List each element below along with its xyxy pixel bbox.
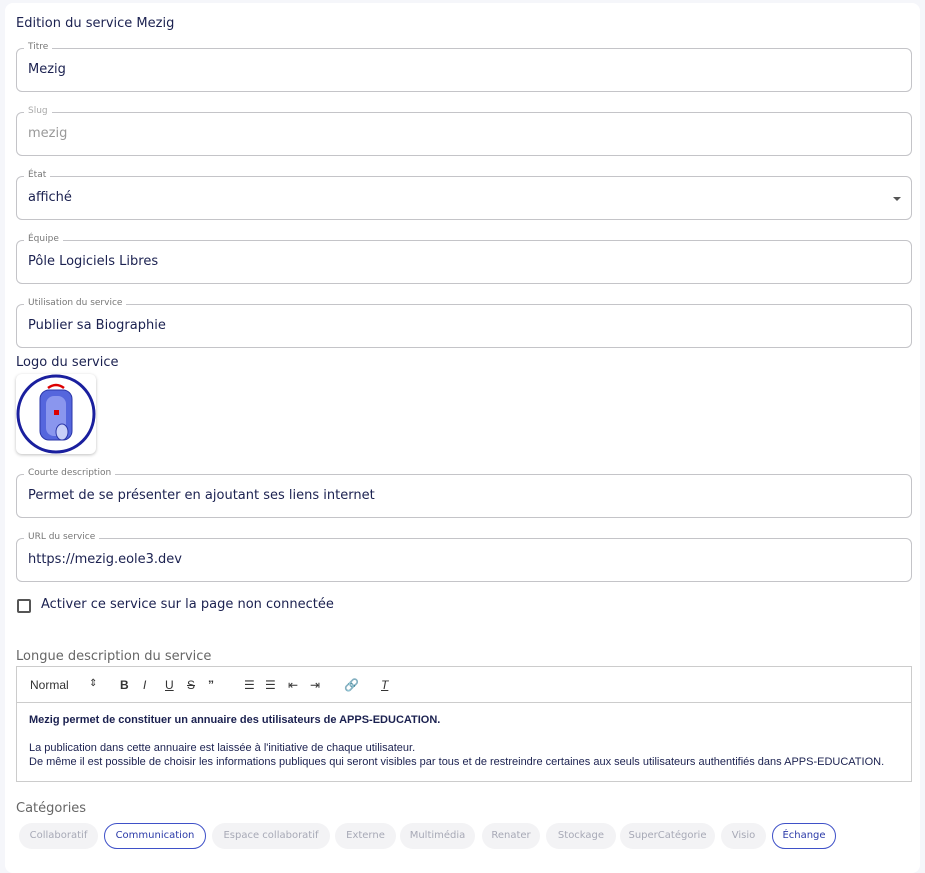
titre-value: Mezig: [28, 62, 66, 77]
ordered-list-icon[interactable]: ☰: [244, 678, 255, 692]
bullet-list-icon[interactable]: ☰: [265, 678, 276, 692]
format-select-arrows-icon[interactable]: ⇕: [89, 678, 97, 689]
slug-value: mezig: [28, 126, 68, 141]
editor-line: Mezig permet de constituer un annuaire d…: [29, 714, 441, 726]
url-label: URL du service: [24, 532, 100, 542]
link-icon[interactable]: 🔗: [344, 678, 359, 692]
category-chip[interactable]: Espace collaboratif: [212, 823, 330, 849]
category-chip[interactable]: Communication: [104, 823, 206, 849]
short-description-value: Permet de se présenter en ajoutant ses l…: [28, 488, 375, 503]
category-chip[interactable]: SuperCatégorie: [620, 823, 715, 849]
equipe-label: Équipe: [24, 234, 63, 244]
category-chip[interactable]: Échange: [772, 823, 836, 849]
outdent-icon[interactable]: ⇤: [288, 678, 298, 692]
equipe-value: Pôle Logiciels Libres: [28, 254, 159, 269]
category-chip[interactable]: Stockage: [546, 823, 616, 849]
backpack-logo-icon: [16, 374, 96, 454]
bold-icon[interactable]: B: [120, 678, 129, 692]
usage-label: Utilisation du service: [24, 298, 127, 308]
url-value: https://mezig.eole3.dev: [28, 552, 182, 567]
format-select[interactable]: Normal: [30, 678, 69, 692]
editor-line: De même il est possible de choisir les i…: [29, 756, 885, 768]
etat-label: État: [24, 170, 51, 180]
indent-icon[interactable]: ⇥: [310, 678, 320, 692]
underline-icon[interactable]: U: [165, 678, 174, 692]
italic-icon[interactable]: I: [143, 678, 146, 692]
category-chip[interactable]: Collaboratif: [19, 823, 98, 849]
short-description-label: Courte description: [24, 468, 116, 478]
etat-value: affiché: [28, 190, 72, 205]
usage-field[interactable]: Utilisation du service Publier sa Biograp…: [16, 298, 912, 348]
category-chip[interactable]: Renater: [482, 823, 540, 849]
long-description-label: Longue description du service: [16, 649, 212, 664]
editor-line: La publication dans cette annuaire est l…: [29, 742, 416, 754]
short-description-field[interactable]: Courte description Permet de se présenter…: [16, 468, 912, 518]
strike-icon[interactable]: S: [187, 678, 195, 692]
category-chip[interactable]: Visio: [721, 823, 766, 849]
activate-checkbox-label[interactable]: Activer ce service sur la page non conne…: [41, 597, 334, 612]
titre-label: Titre: [24, 42, 53, 52]
usage-value: Publier sa Biographie: [28, 318, 166, 333]
url-field[interactable]: URL du service https://mezig.eole3.dev: [16, 532, 912, 582]
clear-format-icon[interactable]: T: [381, 678, 388, 692]
rich-text-editor[interactable]: Normal ⇕ B I U S ” ☰ ☰ ⇤ ⇥ 🔗 T Mezig per…: [16, 666, 912, 782]
category-chip[interactable]: Externe: [335, 823, 396, 849]
titre-field[interactable]: Titre Mezig: [16, 42, 912, 92]
caret-down-icon: [893, 197, 901, 201]
slug-label: Slug: [24, 106, 52, 116]
activate-checkbox[interactable]: [17, 599, 31, 613]
service-logo[interactable]: [16, 374, 96, 454]
category-chip[interactable]: Multimédia: [400, 823, 475, 849]
etat-select[interactable]: État affiché: [16, 170, 912, 220]
editor-toolbar: Normal ⇕ B I U S ” ☰ ☰ ⇤ ⇥ 🔗 T: [17, 667, 911, 703]
categories-label: Catégories: [16, 801, 87, 816]
page-title: Edition du service Mezig: [16, 16, 175, 31]
slug-field[interactable]: Slug mezig: [16, 106, 912, 156]
equipe-field[interactable]: Équipe Pôle Logiciels Libres: [16, 234, 912, 284]
logo-label: Logo du service: [16, 355, 119, 370]
editor-content[interactable]: Mezig permet de constituer un annuaire d…: [17, 703, 911, 779]
blockquote-icon[interactable]: ”: [208, 678, 214, 692]
